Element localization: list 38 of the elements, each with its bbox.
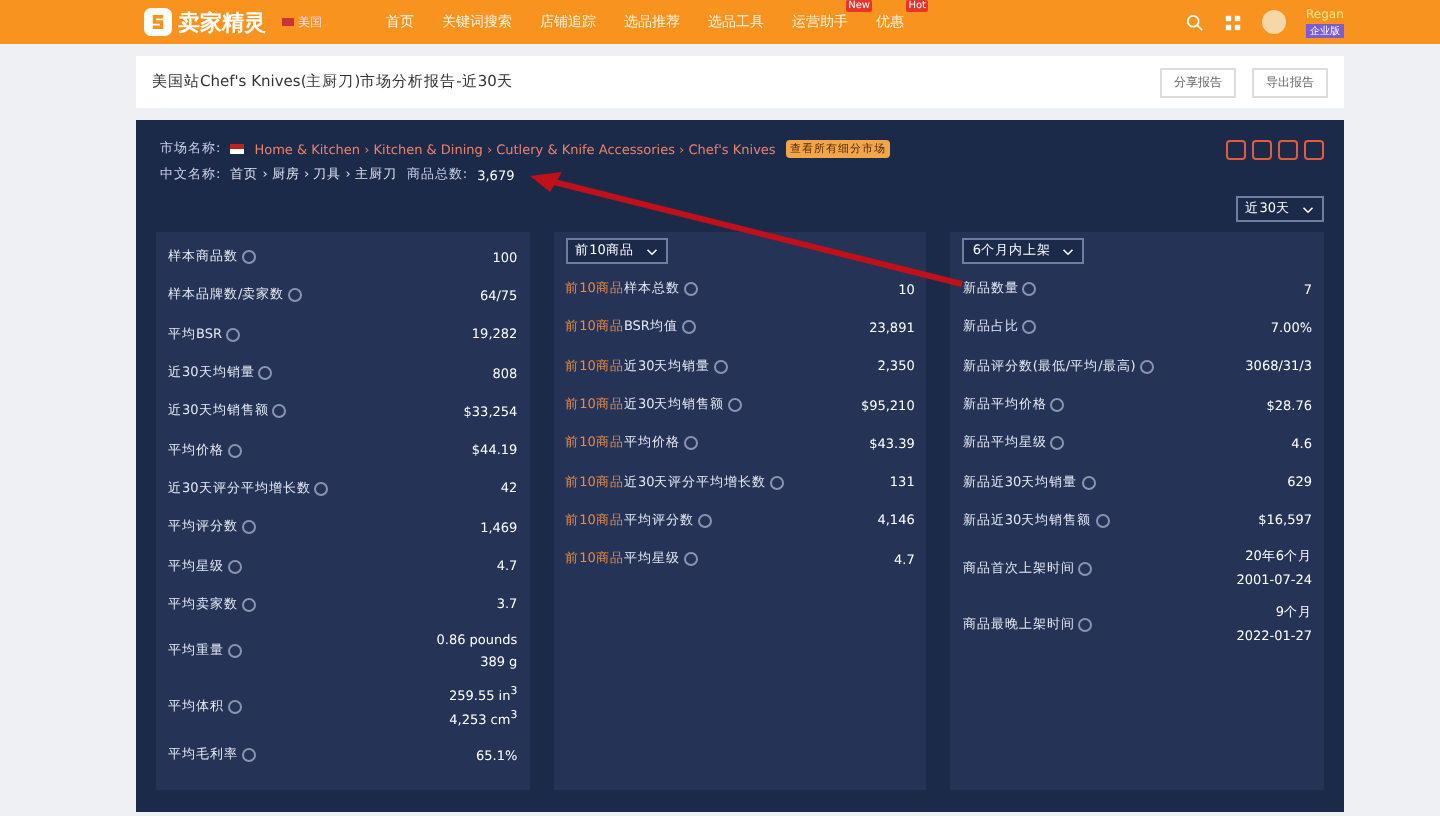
info-icon — [1022, 320, 1037, 335]
info-icon — [1022, 282, 1037, 297]
info-icon — [228, 644, 242, 659]
info-icon — [314, 481, 329, 496]
caret-icon — [1062, 247, 1075, 255]
logo-icon — [144, 8, 172, 36]
info-icon — [697, 513, 712, 528]
info-icon — [1050, 436, 1065, 451]
info-icon — [242, 520, 256, 535]
search-icon[interactable] — [1186, 13, 1204, 31]
info-icon — [1081, 475, 1096, 490]
info-icon — [272, 404, 287, 419]
info-icon — [1139, 359, 1154, 374]
info-icon — [770, 475, 785, 490]
info-icon — [228, 700, 242, 715]
info-icon — [1078, 617, 1093, 632]
info-icon — [288, 288, 303, 303]
info-icon — [683, 436, 698, 451]
info-icon — [226, 327, 240, 342]
info-icon — [242, 250, 256, 265]
info-icon — [1095, 513, 1110, 528]
caret-icon — [645, 247, 658, 255]
logo-text: 卖家精灵 — [178, 7, 266, 37]
info-icon — [228, 443, 242, 458]
info-icon — [683, 552, 698, 567]
info-icon — [683, 282, 698, 297]
flag-icon — [230, 144, 245, 154]
info-icon — [242, 597, 256, 612]
info-icon — [681, 320, 696, 335]
caret-icon — [1302, 205, 1314, 213]
grid-icon[interactable] — [1224, 13, 1242, 31]
info-icon — [1050, 398, 1065, 413]
info-icon — [728, 398, 743, 413]
info-icon — [228, 559, 242, 574]
info-icon — [714, 359, 729, 374]
info-icon — [258, 366, 273, 381]
info-icon — [1078, 561, 1093, 576]
info-icon — [242, 748, 256, 763]
